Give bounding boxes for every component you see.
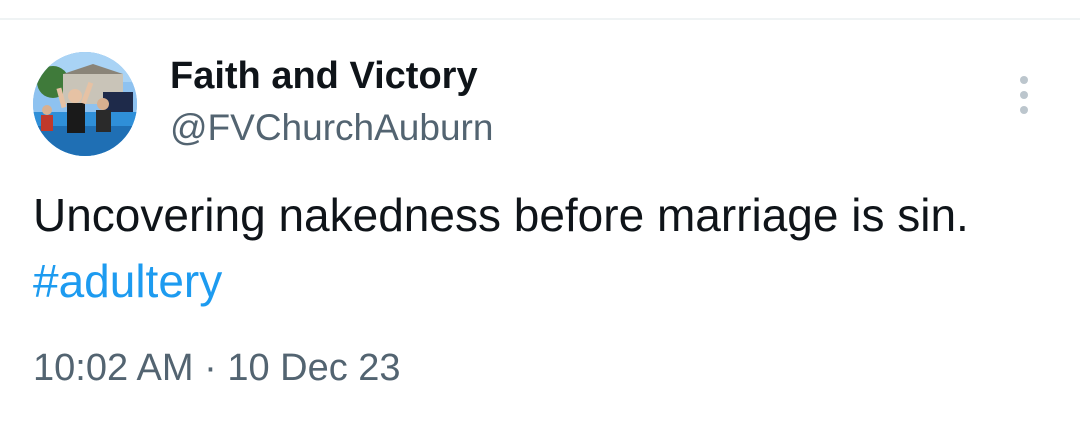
- meta-separator: ·: [204, 347, 217, 389]
- more-vertical-icon-dot: [1020, 91, 1028, 99]
- tweet-time: 10:02 AM: [33, 347, 194, 389]
- more-vertical-icon: [1020, 76, 1028, 84]
- author-display-name[interactable]: Faith and Victory: [170, 54, 478, 98]
- hashtag-link[interactable]: #adultery: [33, 255, 222, 307]
- more-vertical-icon-dot: [1020, 106, 1028, 114]
- tweet-text: Uncovering nakedness before marriage is …: [33, 182, 1043, 314]
- tweet-body: Uncovering nakedness before marriage is …: [33, 189, 969, 241]
- tweet-timestamp[interactable]: 10:02 AM · 10 Dec 23: [33, 344, 401, 392]
- top-divider: [0, 18, 1080, 20]
- more-options-button[interactable]: [1008, 72, 1042, 118]
- tweet-date: 10 Dec 23: [227, 347, 401, 389]
- profile-photo-icon: [33, 52, 137, 156]
- author-handle[interactable]: @FVChurchAuburn: [170, 106, 493, 150]
- avatar[interactable]: [33, 52, 137, 156]
